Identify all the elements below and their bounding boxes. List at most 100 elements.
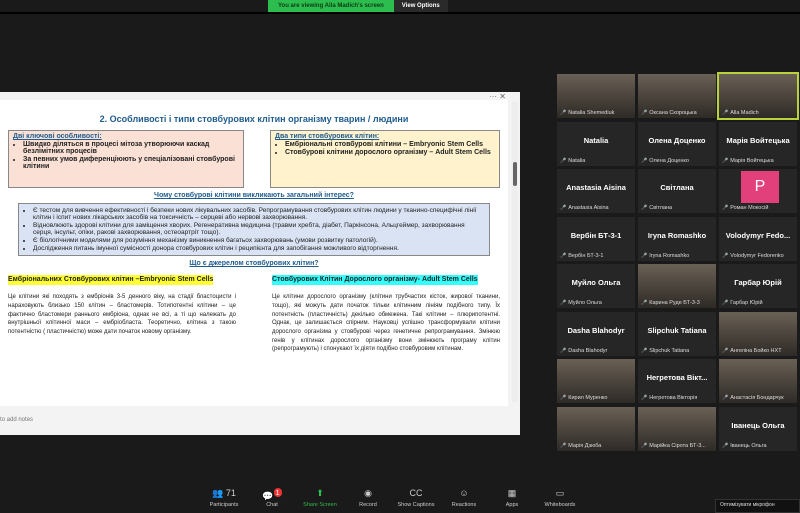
participant-name: Світлана bbox=[660, 183, 694, 192]
participant-tile[interactable]: Dasha Blahodyr Dasha Blahodyr bbox=[557, 311, 635, 356]
participant-label: Оксана Скороцька bbox=[641, 110, 696, 116]
participant-label: Олена Доценко bbox=[641, 158, 689, 164]
participant-tile[interactable]: Ангеліна Бойко НХТ bbox=[719, 311, 797, 356]
box-heading: Дві ключові особливості: bbox=[13, 133, 102, 140]
participant-name: Олена Доценко bbox=[648, 135, 706, 145]
column-heading: Стовбурових Клітин Дорослого організму- … bbox=[272, 275, 478, 286]
participant-label: Alla Madich bbox=[722, 110, 758, 116]
show-captions-icon: CC bbox=[409, 488, 423, 498]
participant-label: Марія Войтецька bbox=[722, 158, 773, 164]
list-item: Стовбурові клітини дорослого організму –… bbox=[285, 149, 495, 156]
participant-tile[interactable]: Муйло Ольга Муйло Ольга bbox=[557, 264, 635, 308]
participant-tile[interactable]: Марія Дзюба bbox=[557, 406, 635, 451]
participant-tile[interactable]: Кирил Муренко bbox=[557, 359, 635, 403]
key-features-box: Дві ключові особливості: Швидко діляться… bbox=[8, 130, 244, 188]
participant-label: Карина Руде БТ-3-3 bbox=[641, 300, 700, 306]
question-heading: Чому стовбурові клітини викликають загал… bbox=[154, 192, 354, 199]
participant-tile[interactable]: Natalia Shemediuk bbox=[557, 74, 635, 118]
viewing-label: You are viewing Alla Madich's screen bbox=[268, 0, 394, 12]
whiteboards-icon: ▭ bbox=[555, 488, 565, 498]
record-icon: ◉ bbox=[364, 488, 372, 498]
participant-name: Муйло Ольга bbox=[571, 278, 621, 287]
participant-tile[interactable]: Гарбар Юрій Гарбар Юрій bbox=[719, 264, 797, 308]
participants-icon: 👥 71 bbox=[212, 488, 236, 498]
list-item: Швидко діляться в процесі мітоза утворюю… bbox=[23, 141, 239, 155]
participant-label: Natalia Shemediuk bbox=[560, 110, 614, 116]
box-heading: Два типи стовбурових клітин: bbox=[275, 133, 380, 140]
participant-tile[interactable]: Світлана Світлана bbox=[638, 169, 716, 213]
participant-tile[interactable]: Оксана Скороцька bbox=[638, 74, 716, 118]
participant-name: Dasha Blahodyr bbox=[567, 325, 625, 335]
participant-tile[interactable]: Карина Руде БТ-3-3 bbox=[638, 264, 716, 308]
participant-tile[interactable]: Негретова Вікт... Негретова Вікторія bbox=[638, 359, 716, 403]
toolbar-label: Apps bbox=[505, 502, 519, 508]
cell-types-box: Два типи стовбурових клітин: Ембріональн… bbox=[270, 130, 500, 188]
participant-tile[interactable]: Іванець Ольга Іванець Ольга bbox=[719, 406, 797, 451]
participant-name: Slipchuk Tatiana bbox=[647, 325, 707, 335]
participant-name: Іванець Ольга bbox=[731, 420, 785, 430]
participant-name: Гарбар Юрій bbox=[734, 278, 782, 287]
participant-label: Кирил Муренко bbox=[560, 395, 607, 401]
mic-optimize-popup[interactable]: Оптимізувати мікрофон bbox=[715, 499, 800, 513]
reactions-button[interactable]: ☺ Reactions bbox=[440, 485, 488, 513]
list-item: Відновлюють здорові клітини для заміщенн… bbox=[33, 222, 485, 236]
participant-tile[interactable]: Natalia Natalia bbox=[557, 121, 635, 166]
list-item: Є біологічними моделями для розуміння ме… bbox=[33, 237, 485, 244]
participant-label: Іванець Ольга bbox=[722, 443, 766, 449]
share-screen-icon: ⬆ bbox=[316, 488, 324, 498]
participants-button[interactable]: 👥 71 Participants bbox=[200, 485, 248, 513]
notes-area[interactable]: to add notes bbox=[0, 417, 33, 423]
participant-label: Негретова Вікторія bbox=[641, 395, 697, 401]
participant-name: Марія Войтецька bbox=[726, 135, 790, 145]
participant-tile[interactable]: Anastasia Aisina Anastasia Aisina bbox=[557, 169, 635, 213]
participant-label: Anastasia Aisina bbox=[560, 205, 608, 211]
chat-badge: 1 bbox=[273, 488, 282, 497]
slide-title: 2. Особливості і типи стовбурових клітин… bbox=[99, 114, 409, 124]
participant-name: Natalia bbox=[583, 135, 609, 145]
record-button[interactable]: ◉ Record bbox=[344, 485, 392, 513]
toolbar-label: Chat bbox=[266, 502, 278, 508]
participant-tile[interactable]: Марія Войтецька Марія Войтецька bbox=[719, 121, 797, 166]
reactions-icon: ☺ bbox=[459, 488, 469, 498]
meeting-toolbar: 👥 71 Participants 💬 1 Chat ⬆ Share Screen ◉ Reco… bbox=[0, 485, 800, 513]
participant-name: Volodymyr Fedo... bbox=[725, 230, 791, 240]
embryonic-column: Ембріональних Стовбурових клітин –Embryo… bbox=[8, 271, 236, 354]
participant-label: Гарбар Юрій bbox=[722, 300, 762, 306]
list-item: За певних умов диференціюють у спеціаліз… bbox=[23, 156, 239, 170]
whiteboards-button[interactable]: ▭ Whiteboards bbox=[536, 485, 584, 513]
participant-tile[interactable]: P Роман Мокосій bbox=[719, 169, 797, 213]
chat-button[interactable]: 💬 1 Chat bbox=[248, 485, 296, 513]
participant-tile[interactable]: Марійка Сірота БТ-3... bbox=[638, 406, 716, 451]
toolbar-label: Share Screen bbox=[303, 502, 337, 508]
participant-label: Ангеліна Бойко НХТ bbox=[722, 348, 781, 354]
show-captions-button[interactable]: CC Show Captions bbox=[392, 485, 440, 513]
participant-tile[interactable]: Анастасія Бондарчук bbox=[719, 359, 797, 403]
participant-tile[interactable]: Volodymyr Fedo... Volodymyr Fedorenko bbox=[719, 216, 797, 261]
scrollbar[interactable] bbox=[512, 102, 518, 402]
viewing-banner: You are viewing Alla Madich's screen Vie… bbox=[268, 0, 448, 12]
list-item: Ембріональні стовбурові клітини – Embryo… bbox=[285, 141, 495, 148]
view-options-button[interactable]: View Options bbox=[393, 0, 448, 12]
participant-name: Негретова Вікт... bbox=[646, 373, 708, 382]
participant-name: Iryna Romashko bbox=[647, 230, 707, 240]
participant-count: 71 bbox=[225, 488, 236, 498]
participant-label: Iryna Romashko bbox=[641, 253, 689, 259]
participant-label: Вербін БТ-3-1 bbox=[560, 253, 603, 259]
top-divider bbox=[0, 12, 800, 14]
participant-tile[interactable]: Alla Madich bbox=[717, 72, 799, 120]
participant-label: Марійка Сірота БТ-3... bbox=[641, 443, 706, 449]
participant-label: Volodymyr Fedorenko bbox=[722, 253, 784, 259]
adult-column: Стовбурових Клітин Дорослого організму- … bbox=[272, 271, 500, 354]
toolbar-label: Reactions bbox=[451, 502, 477, 508]
participant-label: Світлана bbox=[641, 205, 672, 211]
toolbar-label: Show Captions bbox=[397, 502, 435, 508]
interest-box: Є тестом для вивчення ефективності і без… bbox=[18, 203, 490, 256]
participant-tile[interactable]: Олена Доценко Олена Доценко bbox=[638, 121, 716, 166]
participant-tile[interactable]: Вербін БТ-3-1 Вербін БТ-3-1 bbox=[557, 216, 635, 261]
share-screen-button[interactable]: ⬆ Share Screen bbox=[296, 485, 344, 513]
participant-tile[interactable]: Slipchuk Tatiana Slipchuk Tatiana bbox=[638, 311, 716, 356]
apps-button[interactable]: ▦ Apps bbox=[488, 485, 536, 513]
participant-tile[interactable]: Iryna Romashko Iryna Romashko bbox=[638, 216, 716, 261]
chat-icon: 💬 1 bbox=[262, 488, 282, 501]
participant-label: Dasha Blahodyr bbox=[560, 348, 607, 354]
